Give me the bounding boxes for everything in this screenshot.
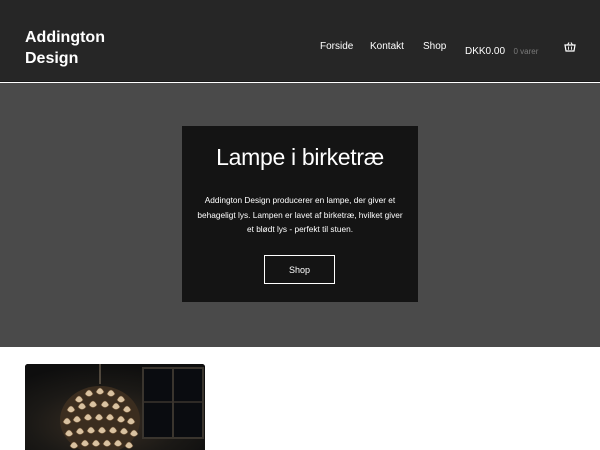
product-image[interactable] xyxy=(25,364,205,450)
site-header: Addington Design Forside Kontakt Shop DK… xyxy=(0,0,600,82)
hero-text: Addington Design producerer en lampe, de… xyxy=(197,195,403,235)
site-title: Addington Design xyxy=(25,27,135,69)
nav-item-shop[interactable]: Shop xyxy=(423,41,446,52)
content-section xyxy=(0,347,600,450)
hero-title: Lampe i birketræ xyxy=(216,144,384,170)
nav-item-forside[interactable]: Forside xyxy=(320,41,353,52)
hero-box: Lampe i birketræ Addington Design produc… xyxy=(182,126,418,302)
hero-section: Lampe i birketræ Addington Design produc… xyxy=(0,83,600,347)
shop-button[interactable]: Shop xyxy=(264,255,335,284)
cart-amount: DKK0.00 xyxy=(465,46,506,57)
basket-icon[interactable] xyxy=(564,40,576,52)
cart-link[interactable]: DKK0.00 0 varer xyxy=(465,41,538,59)
nav-item-kontakt[interactable]: Kontakt xyxy=(370,41,404,52)
site-title-link[interactable]: Addington Design xyxy=(25,27,135,69)
cart-count: 0 varer xyxy=(513,47,539,56)
